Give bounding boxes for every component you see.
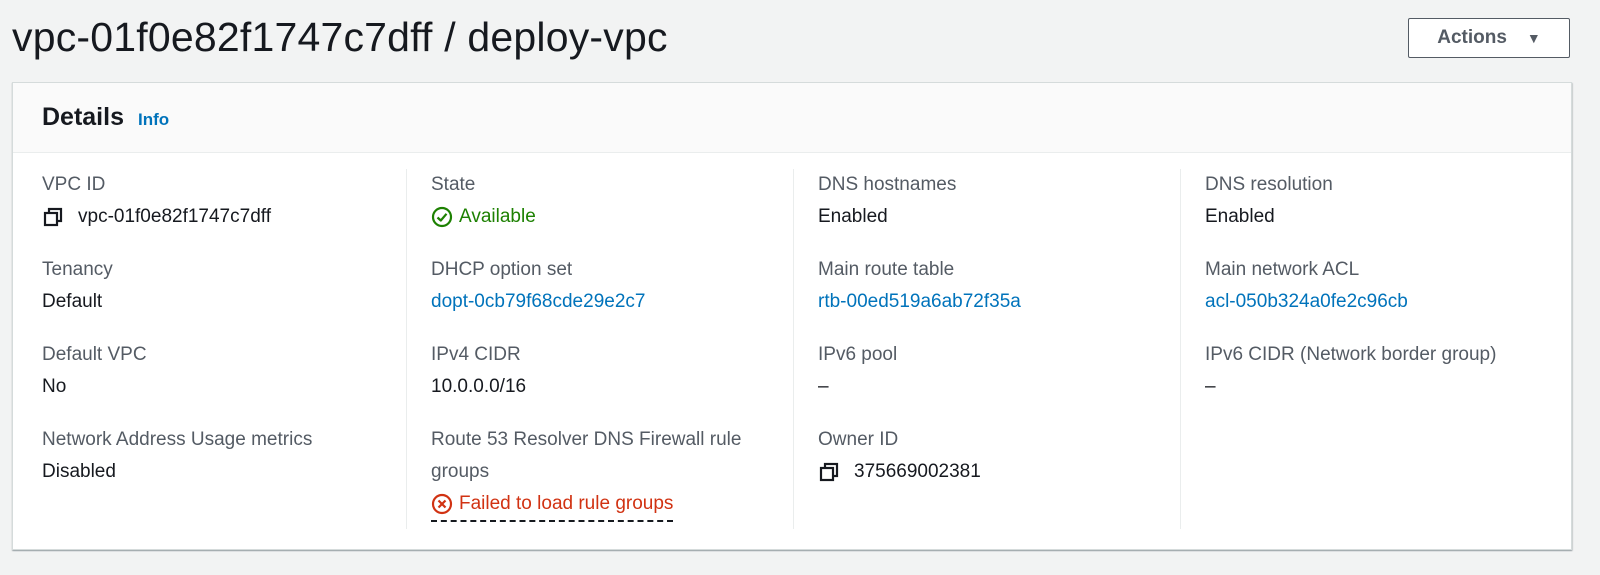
field-ipv4-cidr: IPv4 CIDR 10.0.0.0/16 [431, 339, 801, 403]
field-label: Default VPC [42, 344, 147, 365]
ipv6-cidr-value: – [1205, 376, 1216, 397]
field-ipv6-cidr: IPv6 CIDR (Network border group) – [1205, 339, 1575, 403]
field-value-row: vpc-01f0e82f1747c7dff [42, 201, 412, 233]
route53-error-link[interactable]: Failed to load rule groups [431, 488, 674, 522]
field-vpc-id: VPC ID vpc-01f0e82f1747c7dff [42, 169, 412, 233]
caret-down-icon: ▼ [1526, 30, 1541, 46]
dns-resolution-value: Enabled [1205, 206, 1275, 227]
field-label: IPv6 CIDR (Network border group) [1205, 344, 1497, 365]
ipv6-pool-value: – [818, 376, 829, 397]
owner-id-value: 375669002381 [854, 461, 981, 482]
default-vpc-value: No [42, 376, 67, 397]
field-dns-resolution: DNS resolution Enabled [1205, 169, 1575, 233]
field-dhcp: DHCP option set dopt-0cb79f68cde29e2c7 [431, 254, 801, 318]
field-label: VPC ID [42, 174, 106, 195]
column-4: DNS resolution Enabled Main network ACL … [1180, 169, 1560, 529]
field-route53: Route 53 Resolver DNS Firewall rule grou… [431, 424, 801, 522]
column-1: VPC ID vpc-01f0e82f1747c7dff Tenancy Def… [42, 169, 399, 529]
field-label: IPv6 pool [818, 344, 898, 365]
column-3: DNS hostnames Enabled Main route table r… [793, 169, 1173, 529]
main-acl-link[interactable]: acl-050b324a0fe2c96cb [1205, 286, 1575, 318]
field-ipv6-pool: IPv6 pool – [818, 339, 1188, 403]
field-label: IPv4 CIDR [431, 344, 521, 365]
main-route-table-link[interactable]: rtb-00ed519a6ab72f35a [818, 286, 1188, 318]
field-nau-metrics: Network Address Usage metrics Disabled [42, 424, 412, 488]
panel-title: Details [42, 103, 124, 131]
dns-hostnames-value: Enabled [818, 206, 888, 227]
field-default-vpc: Default VPC No [42, 339, 412, 403]
column-2: State Available DHCP option set dopt-0cb… [406, 169, 786, 529]
field-dns-hostnames: DNS hostnames Enabled [818, 169, 1188, 233]
tenancy-value: Default [42, 291, 103, 312]
field-label: Network Address Usage metrics [42, 429, 313, 450]
field-label: DHCP option set [431, 259, 573, 280]
field-label: Tenancy [42, 259, 113, 280]
field-label: Owner ID [818, 429, 899, 450]
check-circle-icon [431, 206, 453, 228]
field-main-route-table: Main route table rtb-00ed519a6ab72f35a [818, 254, 1188, 318]
field-tenancy: Tenancy Default [42, 254, 412, 318]
field-state: State Available [431, 169, 801, 233]
panel-header: Details Info [13, 83, 1571, 153]
field-value-row: 375669002381 [818, 456, 1188, 488]
field-label: DNS resolution [1205, 174, 1333, 195]
info-link[interactable]: Info [138, 110, 169, 130]
vpc-id-value: vpc-01f0e82f1747c7dff [78, 206, 271, 227]
state-value-row: Available [431, 201, 801, 233]
copy-icon[interactable] [42, 206, 64, 228]
field-label: Main route table [818, 259, 955, 280]
details-columns: VPC ID vpc-01f0e82f1747c7dff Tenancy Def… [13, 169, 1571, 529]
field-label: State [431, 174, 476, 195]
details-panel: Details Info VPC ID vpc-01f0e82f1747c7df… [12, 82, 1572, 550]
field-main-acl: Main network ACL acl-050b324a0fe2c96cb [1205, 254, 1575, 318]
ipv4-cidr-value: 10.0.0.0/16 [431, 376, 527, 397]
field-owner-id: Owner ID 375669002381 [818, 424, 1188, 488]
route53-value: Failed to load rule groups [459, 493, 674, 514]
field-label: DNS hostnames [818, 174, 957, 195]
page-title: vpc-01f0e82f1747c7dff / deploy-vpc [12, 14, 668, 60]
field-label: Main network ACL [1205, 259, 1360, 280]
dhcp-link[interactable]: dopt-0cb79f68cde29e2c7 [431, 286, 801, 318]
field-label: Route 53 Resolver DNS Firewall rule grou… [431, 429, 742, 482]
x-circle-icon [431, 493, 453, 515]
actions-button[interactable]: Actions ▼ [1408, 18, 1570, 58]
nau-metrics-value: Disabled [42, 461, 116, 482]
page-header: vpc-01f0e82f1747c7dff / deploy-vpc Actio… [0, 0, 1600, 80]
state-value: Available [459, 206, 536, 227]
copy-icon[interactable] [818, 461, 840, 483]
actions-button-label: Actions [1437, 27, 1507, 48]
